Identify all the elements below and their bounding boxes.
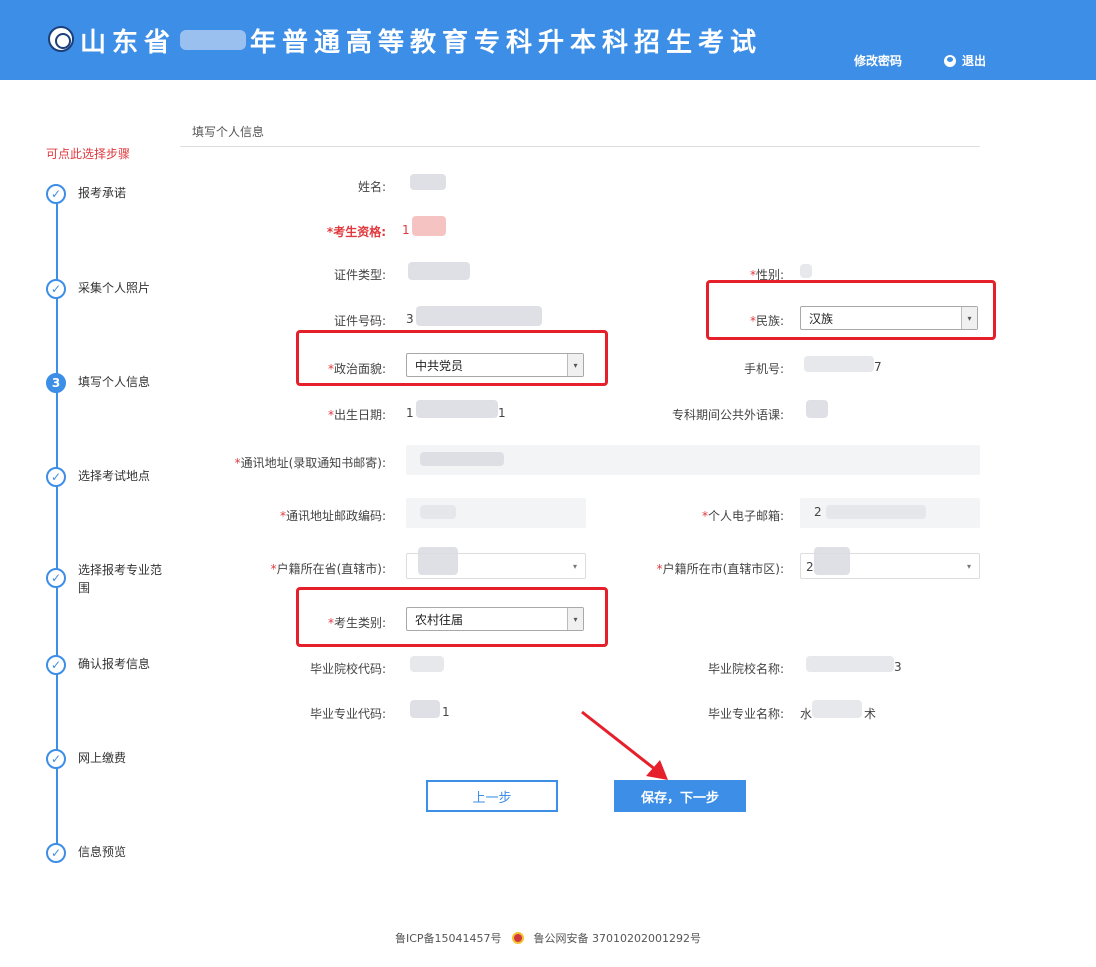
police-record-link[interactable]: 鲁公网安备 37010202001292号 <box>534 930 701 946</box>
prev-step-button[interactable]: 上一步 <box>426 780 558 812</box>
check-circle-icon: ✓ <box>46 184 66 204</box>
check-circle-icon: ✓ <box>46 749 66 769</box>
check-circle-icon: ✓ <box>46 279 66 299</box>
check-circle-icon: ✓ <box>46 843 66 863</box>
check-circle-icon: ✓ <box>46 568 66 588</box>
police-badge-icon <box>511 932 524 944</box>
check-circle-icon: ✓ <box>46 655 66 675</box>
save-next-button[interactable]: 保存，下一步 <box>614 780 746 812</box>
icp-record-link[interactable]: 鲁ICP备15041457号 <box>395 930 502 946</box>
annotation-arrow-icon <box>581 710 668 780</box>
footer: 鲁ICP备15041457号 鲁公网安备 37010202001292号 <box>0 930 1096 946</box>
check-circle-icon: ✓ <box>46 467 66 487</box>
step-number-icon: 3 <box>46 373 66 393</box>
